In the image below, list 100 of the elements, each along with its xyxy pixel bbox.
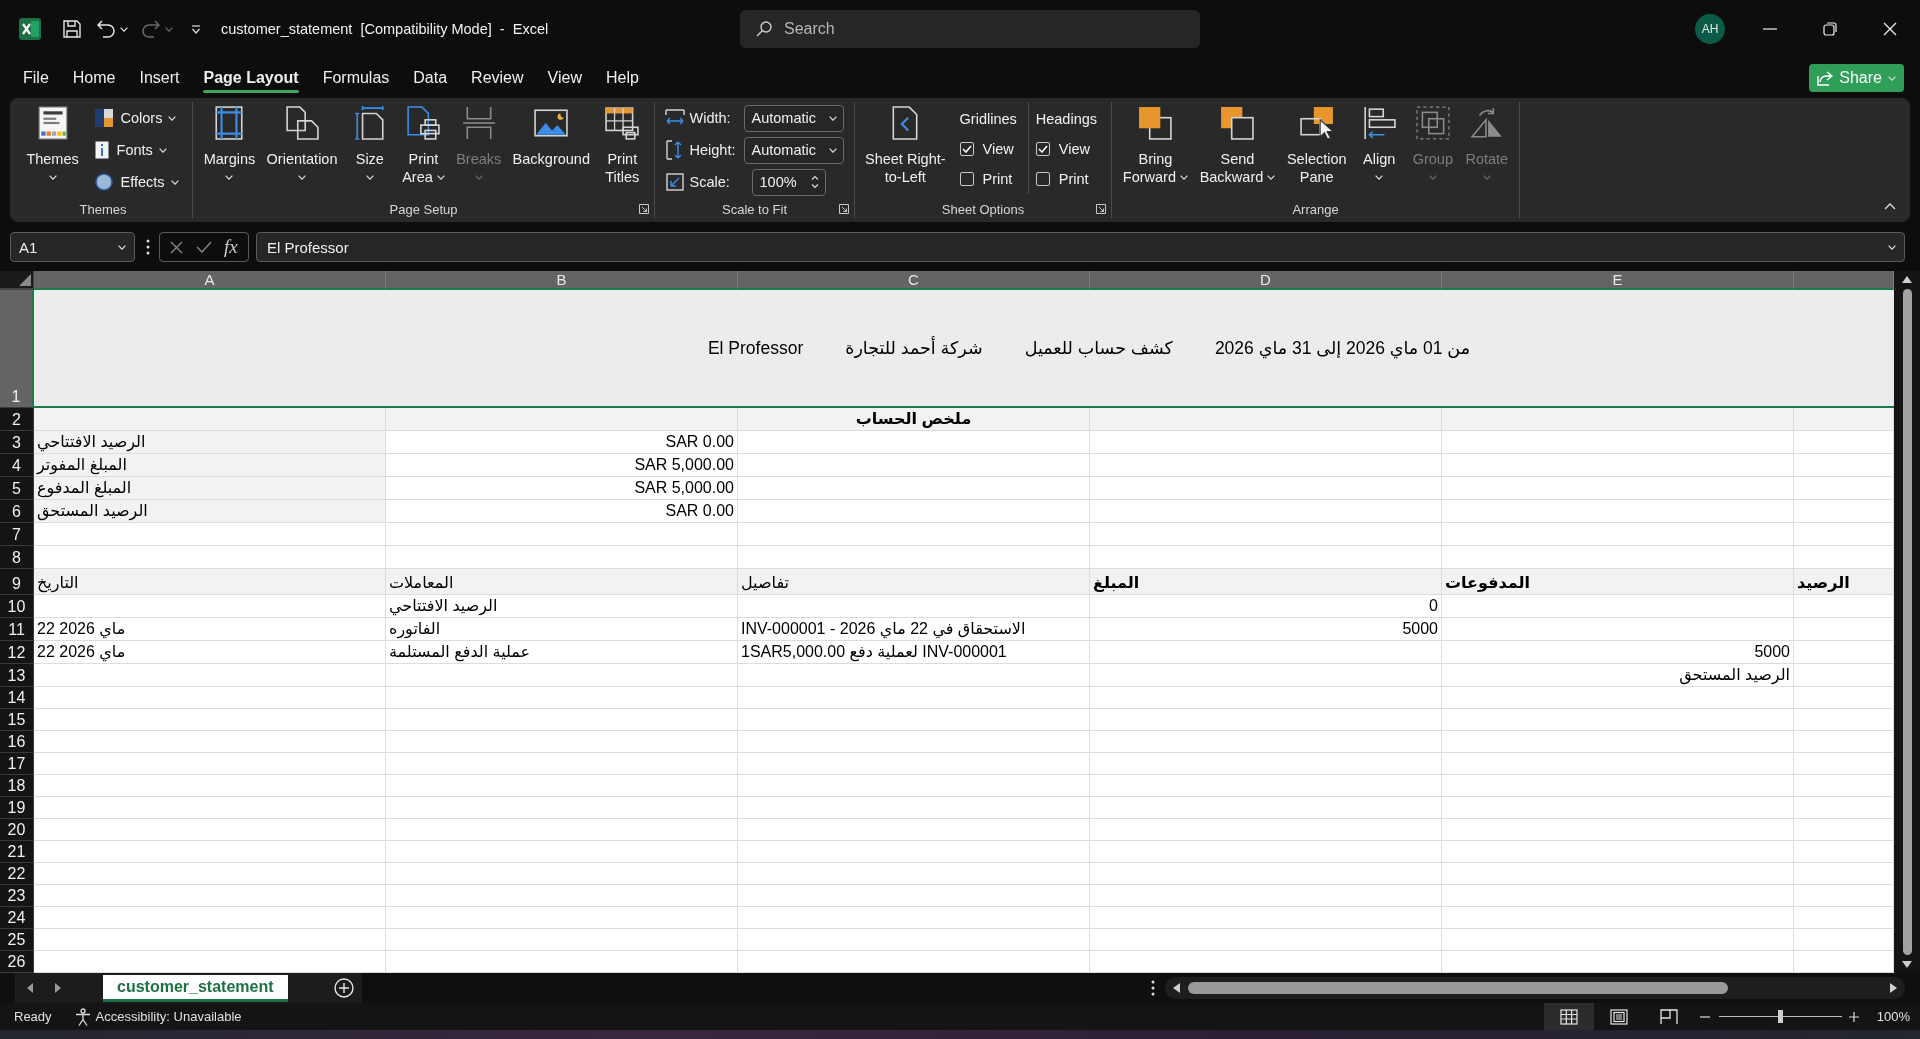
checkmark-icon[interactable] <box>195 241 212 253</box>
collapse-ribbon-icon[interactable] <box>1884 203 1896 210</box>
restore-icon[interactable] <box>1823 22 1837 36</box>
checkbox[interactable] <box>1035 142 1050 156</box>
slider-thumb[interactable] <box>1778 1010 1784 1023</box>
next-sheet-icon[interactable] <box>55 983 61 993</box>
horizontal-scrollbar[interactable] <box>1165 977 1905 999</box>
menu-tab[interactable]: Insert <box>127 58 192 98</box>
checkbox[interactable] <box>1035 172 1050 186</box>
scroll-down-icon[interactable] <box>1902 961 1912 968</box>
row-header[interactable]: 19 <box>0 797 34 819</box>
spin-field[interactable]: 100% <box>751 168 826 196</box>
ribbon-button[interactable]: Background <box>509 102 593 168</box>
scroll-up-icon[interactable] <box>1902 276 1912 283</box>
row-header[interactable]: 18 <box>0 775 34 797</box>
row-header[interactable]: 26 <box>0 951 34 973</box>
row-header[interactable]: 9 <box>0 569 34 595</box>
user-avatar[interactable]: AH <box>1695 14 1725 44</box>
ribbon-button[interactable]: Colors <box>90 102 183 134</box>
row-header[interactable]: 13 <box>0 664 34 687</box>
column-header[interactable]: E <box>1442 271 1794 290</box>
row-header[interactable]: 21 <box>0 841 34 863</box>
row-header[interactable]: 6 <box>0 500 34 523</box>
scrollbar-thumb[interactable] <box>1188 982 1728 994</box>
menu-tab[interactable]: Home <box>60 58 128 98</box>
row-header[interactable]: 3 <box>0 431 34 454</box>
customize-icon[interactable] <box>191 24 201 34</box>
zoom-in-icon[interactable] <box>1848 1011 1859 1022</box>
ribbon-button[interactable]: Bring Forward <box>1119 102 1191 186</box>
row-header[interactable]: 1 <box>0 290 34 408</box>
menu-tab[interactable]: Formulas <box>310 58 402 98</box>
ribbon-button[interactable]: Size <box>345 102 394 186</box>
row-header[interactable]: 22 <box>0 863 34 885</box>
search-field[interactable]: Search <box>740 10 1200 48</box>
sheet-tab[interactable]: customer_statement <box>103 974 288 1002</box>
dropdown-field[interactable]: Automatic <box>743 136 844 164</box>
dialog-launcher-icon[interactable] <box>839 204 849 214</box>
ribbon-button[interactable]: Margins <box>200 102 259 186</box>
row-header[interactable]: 2 <box>0 408 34 431</box>
view-button[interactable] <box>1543 1003 1594 1030</box>
undo-icon[interactable] <box>97 20 115 38</box>
vertical-scrollbar[interactable] <box>1894 271 1920 973</box>
more-options-icon[interactable] <box>146 239 150 255</box>
scroll-right-icon[interactable] <box>1890 983 1897 993</box>
ribbon-button[interactable]: Sheet Right- to-Left <box>862 102 949 186</box>
row-header[interactable]: 14 <box>0 687 34 709</box>
menu-tab[interactable]: Data <box>401 58 460 98</box>
column-header[interactable]: C <box>738 271 1090 290</box>
row-header[interactable]: 11 <box>0 618 34 641</box>
ribbon-button[interactable]: Fonts <box>90 134 183 166</box>
ribbon-button[interactable]: Print Titles <box>598 102 647 186</box>
menu-tab[interactable]: File <box>11 58 61 98</box>
row-header[interactable]: 5 <box>0 477 34 500</box>
dropdown-field[interactable]: Automatic <box>743 104 844 132</box>
dialog-launcher-icon[interactable] <box>1096 204 1106 214</box>
row-header[interactable]: 25 <box>0 929 34 951</box>
insert-function-button[interactable]: fx <box>224 236 238 258</box>
previous-sheet-icon[interactable] <box>27 983 33 993</box>
column-header[interactable]: B <box>386 271 738 290</box>
row-header[interactable]: 4 <box>0 454 34 477</box>
add-sheet-icon[interactable] <box>334 978 354 998</box>
ribbon-button[interactable]: Themes <box>23 102 82 186</box>
scroll-left-icon[interactable] <box>1173 983 1180 993</box>
column-header[interactable]: D <box>1090 271 1442 290</box>
more-options-icon[interactable] <box>1151 980 1155 996</box>
ribbon-button[interactable]: Align <box>1355 102 1404 186</box>
save-icon[interactable] <box>63 20 81 38</box>
column-header[interactable]: A <box>34 271 386 290</box>
row-header[interactable]: 10 <box>0 595 34 618</box>
accessibility-status[interactable]: Accessibility: Unavailable <box>95 1009 242 1024</box>
row-header[interactable]: 17 <box>0 753 34 775</box>
menu-tab[interactable]: Review <box>459 58 536 98</box>
menu-tab[interactable]: Help <box>593 58 651 98</box>
checkbox[interactable] <box>959 172 974 186</box>
row-header[interactable]: 24 <box>0 907 34 929</box>
ribbon-button[interactable]: Send Backward <box>1196 102 1279 186</box>
zoom-out-icon[interactable] <box>1699 1015 1710 1018</box>
menu-tab[interactable]: View <box>535 58 594 98</box>
ribbon-button[interactable]: Print Area <box>399 102 448 186</box>
ribbon-button[interactable]: Selection Pane <box>1283 102 1350 186</box>
formula-field[interactable]: El Professor <box>256 232 1905 262</box>
row-header[interactable]: 12 <box>0 641 34 664</box>
cancel-icon[interactable] <box>170 240 184 254</box>
ribbon-button[interactable]: Effects <box>90 166 183 198</box>
row-header[interactable]: 16 <box>0 731 34 753</box>
dialog-launcher-icon[interactable] <box>639 204 649 214</box>
name-box[interactable]: A1 <box>10 232 135 262</box>
app-logo-icon[interactable] <box>19 18 41 40</box>
triangle-icon[interactable] <box>19 274 31 286</box>
row-header[interactable]: 7 <box>0 523 34 546</box>
row-header[interactable]: 23 <box>0 885 34 907</box>
zoom-level[interactable]: 100% <box>1876 1009 1910 1024</box>
menu-tab[interactable]: Page Layout <box>191 58 311 98</box>
checkbox[interactable] <box>959 142 974 156</box>
scrollbar-thumb[interactable] <box>1902 289 1912 955</box>
ribbon-button[interactable]: Orientation <box>263 102 341 186</box>
row-header[interactable]: 20 <box>0 819 34 841</box>
row-header[interactable]: 15 <box>0 709 34 731</box>
redo-icon[interactable] <box>142 20 160 38</box>
close-icon[interactable] <box>1883 22 1897 36</box>
